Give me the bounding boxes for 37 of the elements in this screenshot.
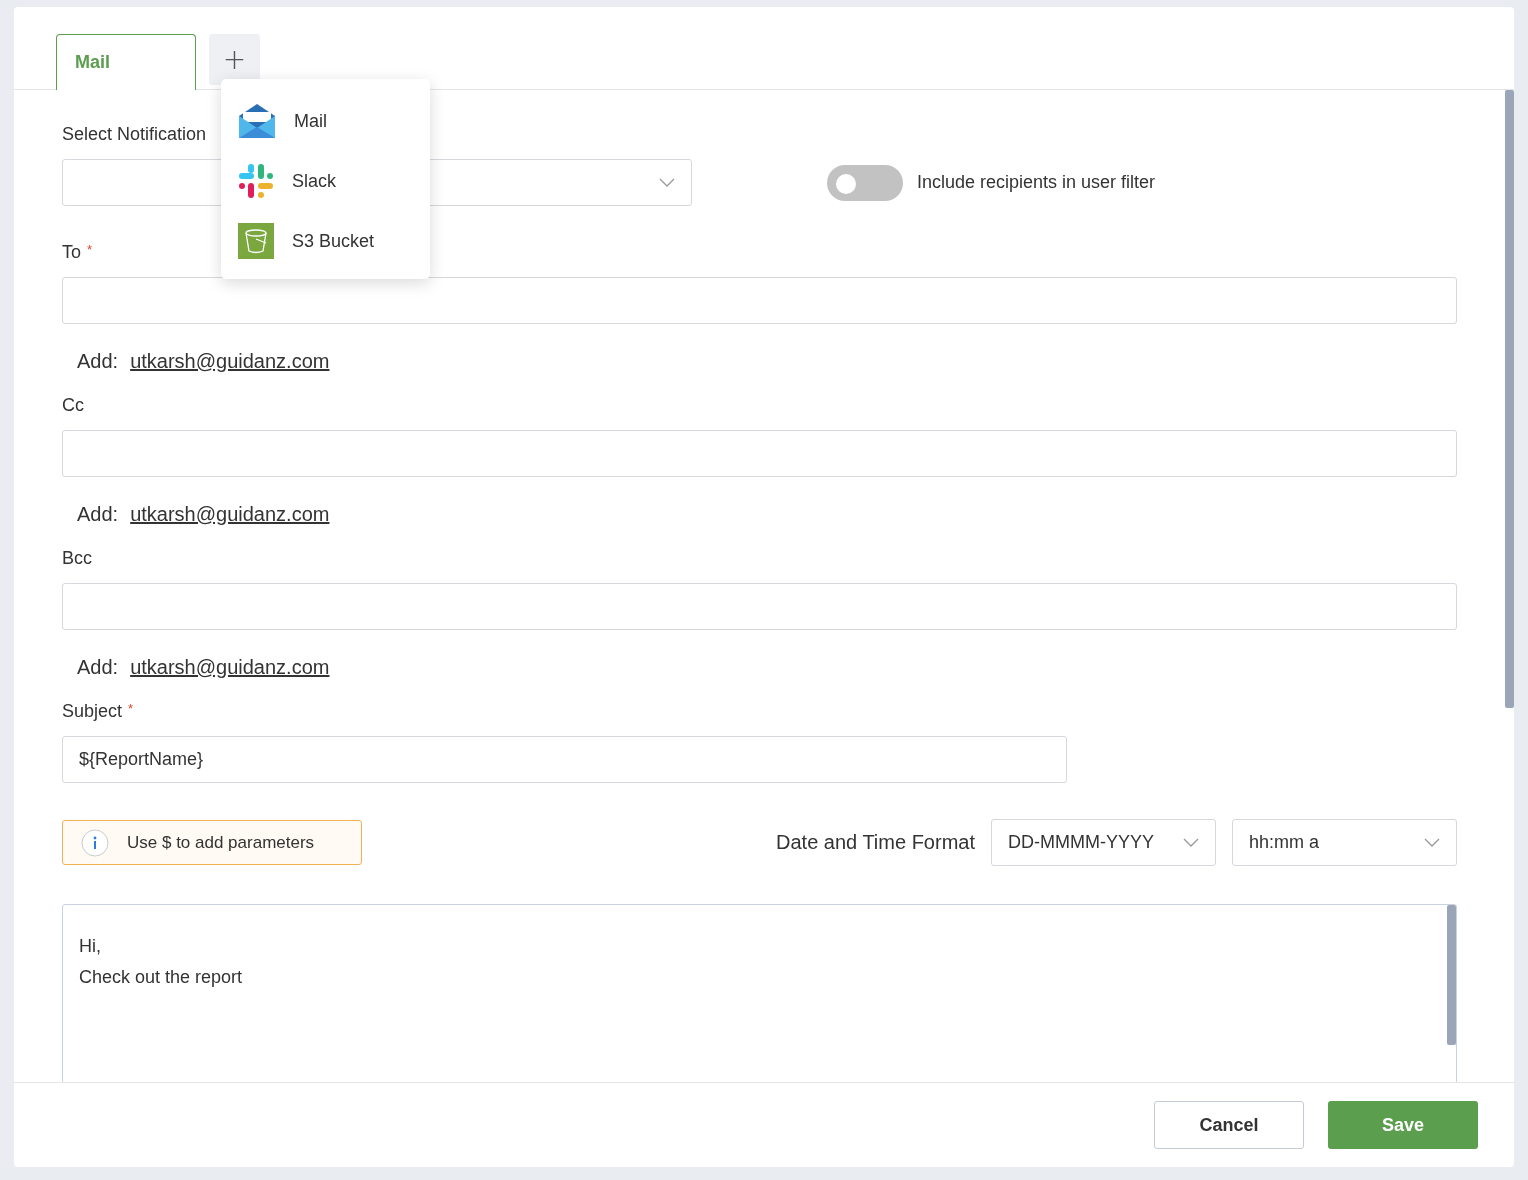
cancel-button[interactable]: Cancel: [1154, 1101, 1304, 1149]
email-link[interactable]: utkarsh@guidanz.com: [130, 350, 330, 373]
time-format-select[interactable]: hh:mm a: [1232, 819, 1457, 866]
field-label: Cc: [62, 395, 85, 416]
field-label: Bcc: [62, 548, 93, 569]
notification-select[interactable]: [62, 159, 692, 206]
input-field[interactable]: [62, 277, 1457, 324]
menu-item[interactable]: S3 Bucket: [292, 230, 375, 252]
chevron-down-icon: [659, 177, 675, 188]
field-label: To *: [62, 242, 94, 263]
input-field[interactable]: [62, 583, 1457, 630]
toggle-switch[interactable]: [827, 164, 903, 201]
menu-item[interactable]: Slack: [292, 170, 336, 192]
email-link[interactable]: utkarsh@guidanz.com: [130, 656, 330, 679]
scrollbar[interactable]: [1447, 905, 1456, 1045]
chevron-down-icon: [1424, 837, 1440, 848]
slack-icon: [238, 163, 274, 199]
add-label: Add:: [77, 656, 119, 679]
bucket-icon: [238, 223, 274, 259]
email-link[interactable]: utkarsh@guidanz.com: [130, 503, 330, 526]
date-format-select[interactable]: DD-MMMM-YYYY: [991, 819, 1216, 866]
subject-field[interactable]: ${ReportName}: [62, 736, 1067, 783]
hint-text: Use $ to add parameters: [127, 832, 315, 853]
toggle-label: Include recipients in user filter: [917, 172, 1156, 193]
input-field[interactable]: [62, 430, 1457, 477]
field-label: Date and Time Format: [776, 831, 975, 854]
add-tab-button[interactable]: +: [209, 34, 260, 85]
scrollbar[interactable]: [1505, 90, 1514, 708]
menu-item[interactable]: Mail: [294, 110, 327, 132]
add-label: Add:: [77, 503, 119, 526]
add-label: Add:: [77, 350, 119, 373]
message-editor[interactable]: Hi, Check out the report: [62, 904, 1457, 1082]
chevron-down-icon: [1183, 837, 1199, 848]
field-label: Subject *: [62, 701, 135, 722]
field-label: Select Notification: [62, 124, 208, 145]
info-icon: [81, 828, 109, 857]
envelope-icon: [238, 103, 276, 139]
